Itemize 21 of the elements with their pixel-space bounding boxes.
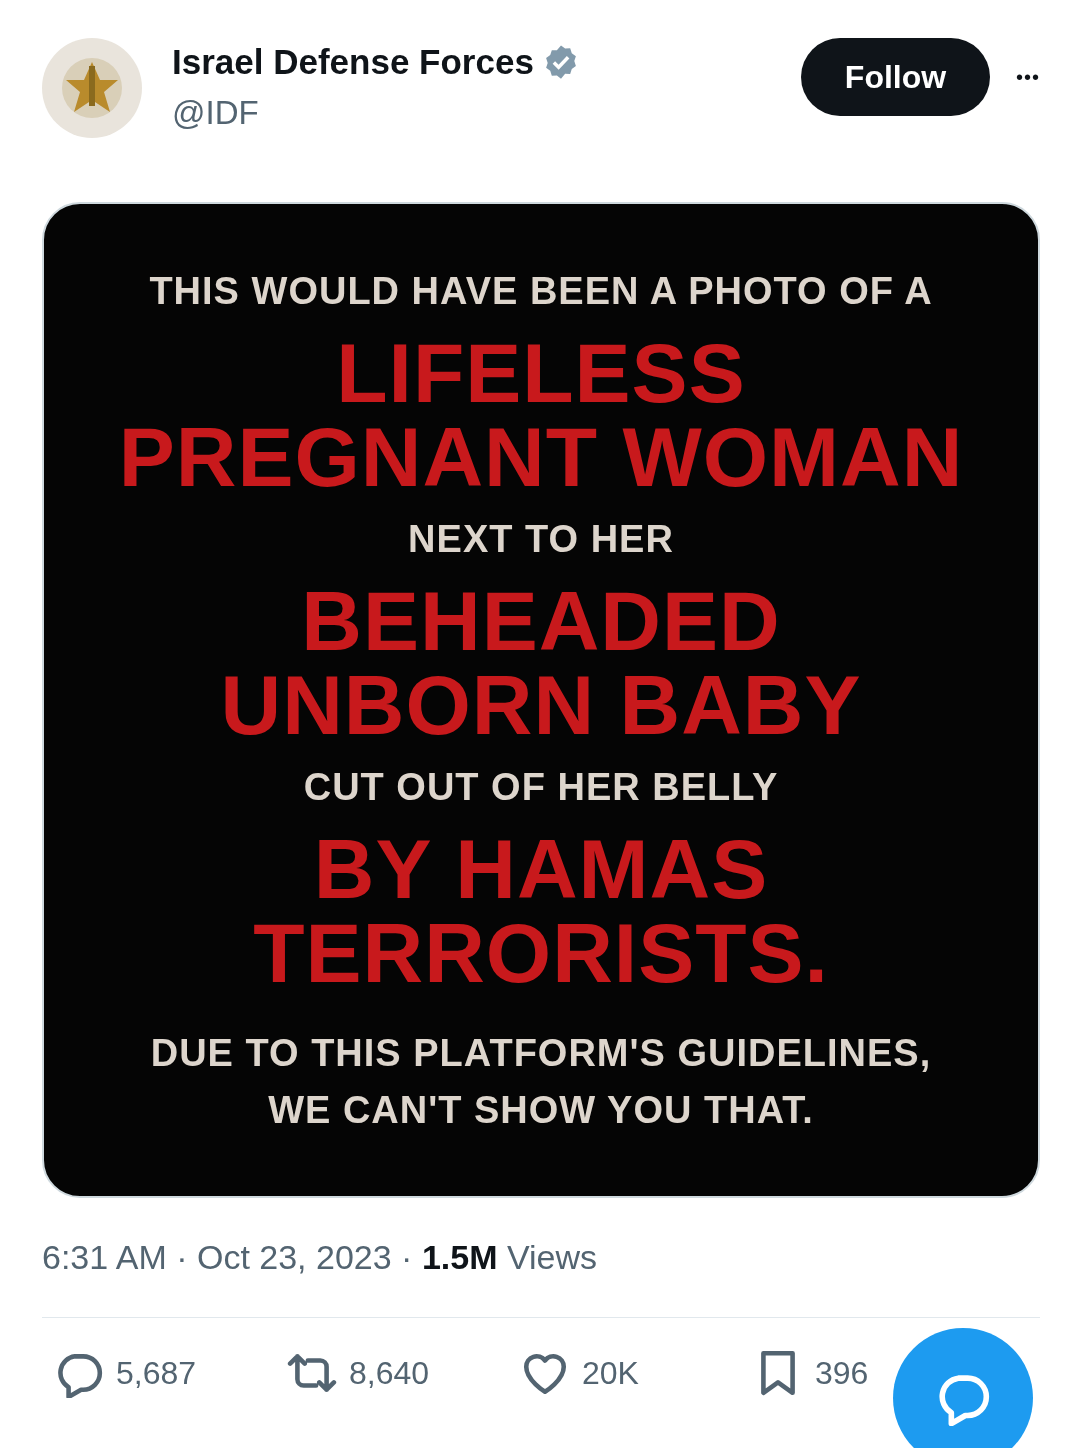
account-handle[interactable]: @IDF (172, 94, 259, 132)
caption-text: THIS WOULD HAVE BEEN A PHOTO OF A (149, 269, 933, 314)
more-button[interactable]: ••• (1016, 66, 1040, 89)
caption-text: WE CAN'T SHOW YOU THAT. (268, 1088, 814, 1133)
caption-text: DUE TO THIS PLATFORM'S GUIDELINES, (150, 1031, 932, 1076)
repost-button[interactable]: 8,640 (287, 1348, 430, 1398)
caption-text: CUT OUT OF HER BELLY (303, 765, 779, 810)
headline-text: BEHEADED (301, 579, 781, 663)
headline-text: UNBORN BABY (220, 663, 862, 747)
caption-text: NEXT TO HER (408, 517, 674, 562)
headline-text: BY HAMAS (313, 827, 769, 911)
avatar-icon[interactable] (42, 38, 142, 138)
post-timestamp: 6:31 AM · Oct 23, 2023 · 1.5M Views (42, 1238, 598, 1277)
account-name[interactable]: Israel Defense Forces (172, 42, 534, 82)
like-button[interactable]: 20K (520, 1348, 639, 1398)
bookmark-button[interactable]: 396 (753, 1348, 869, 1398)
headline-text: TERRORISTS. (253, 911, 829, 995)
follow-button[interactable]: Follow (801, 38, 990, 116)
reply-button[interactable]: 5,687 (54, 1348, 197, 1398)
headline-text: PREGNANT WOMAN (118, 415, 964, 499)
headline-text: LIFELESS (336, 331, 746, 415)
